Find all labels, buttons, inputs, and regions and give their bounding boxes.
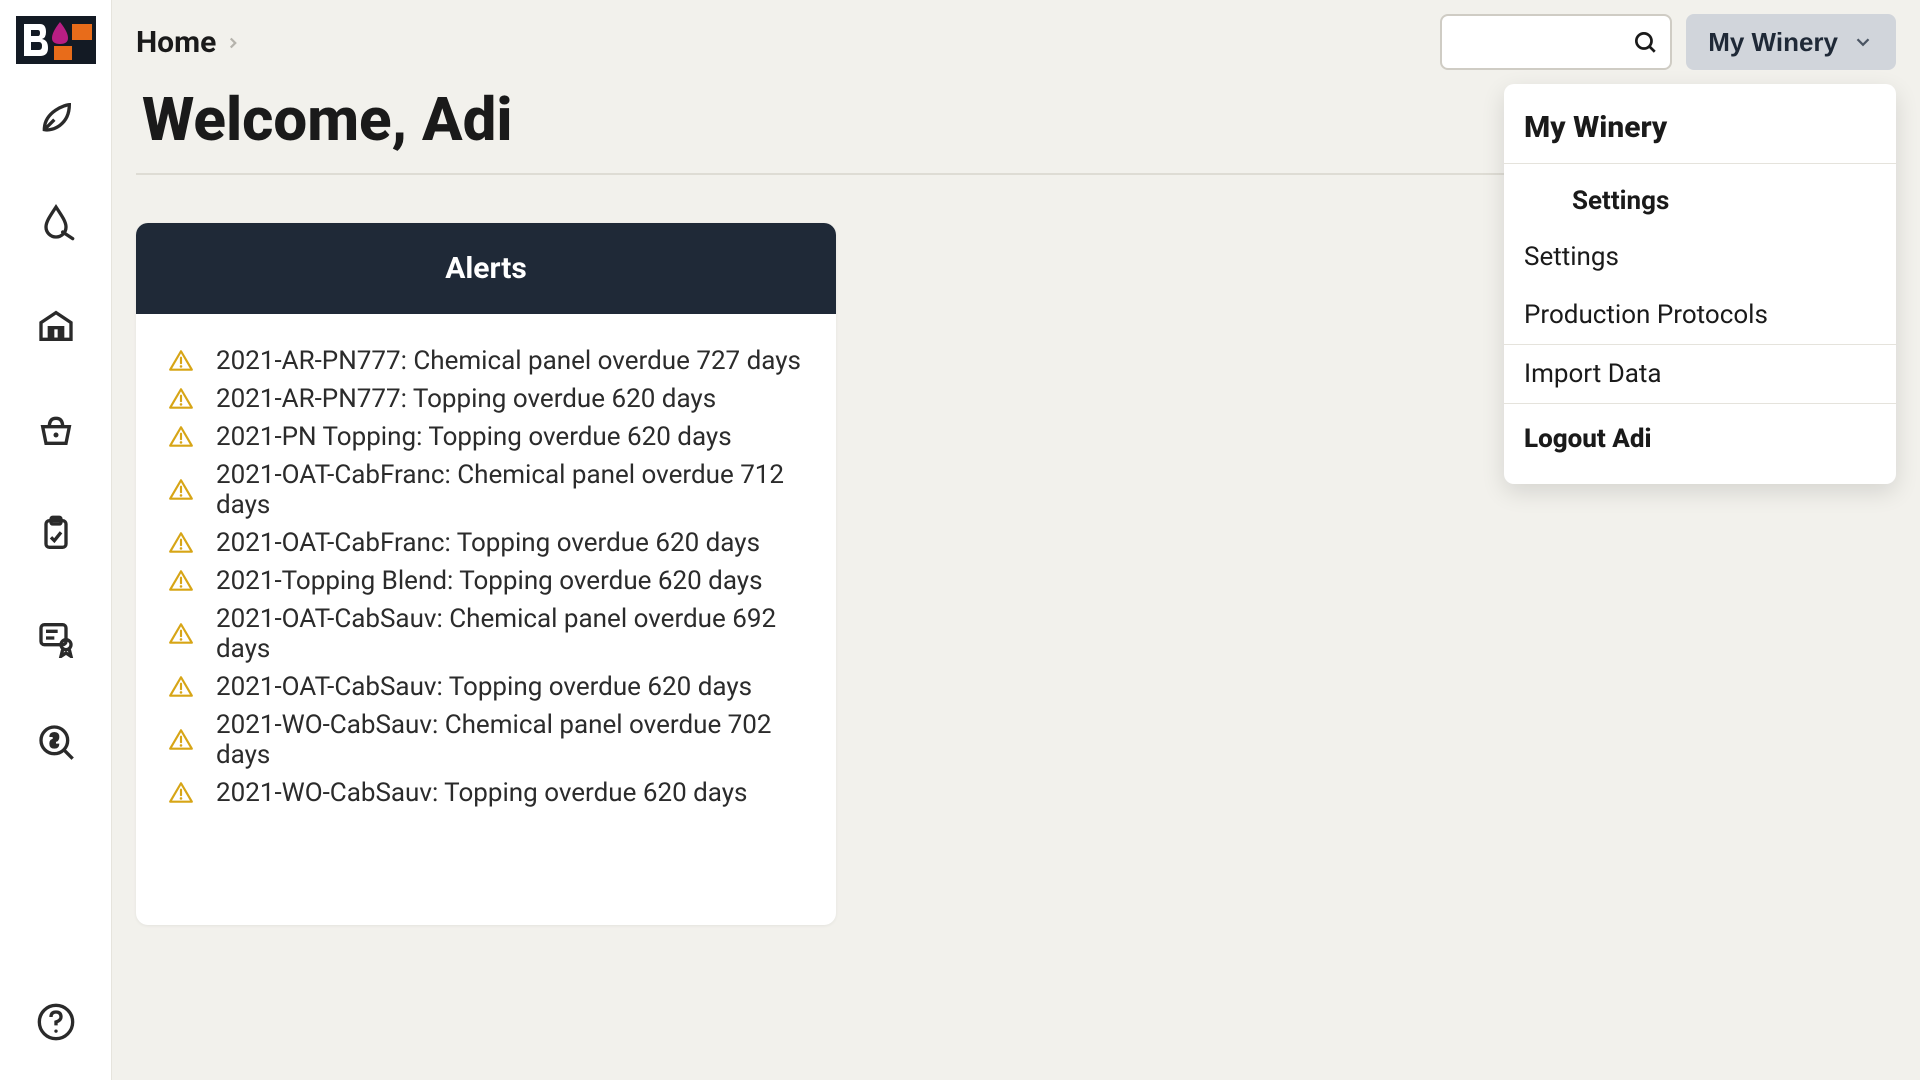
sidebar-item-drop[interactable] <box>28 196 84 252</box>
dropdown-item-protocols[interactable]: Production Protocols <box>1504 286 1896 344</box>
breadcrumb-home[interactable]: Home <box>136 25 216 60</box>
warehouse-icon <box>36 306 76 350</box>
alert-text: 2021-AR-PN777: Chemical panel overdue 72… <box>216 346 801 376</box>
alert-text: 2021-WO-CabSauv: Topping overdue 620 day… <box>216 778 747 808</box>
breadcrumb[interactable]: Home <box>136 25 242 60</box>
alert-row[interactable]: 2021-Topping Blend: Topping overdue 620 … <box>168 562 804 600</box>
winery-label: My Winery <box>1708 27 1838 58</box>
main: Home My Winery Welcome, Adi Alerts 2021-… <box>112 0 1920 1080</box>
dropdown-item-logout[interactable]: Logout Adi <box>1504 404 1896 474</box>
warning-icon <box>168 386 194 412</box>
sidebar-item-warehouse[interactable] <box>28 300 84 356</box>
warning-icon <box>168 530 194 556</box>
clipboard-icon <box>36 514 76 558</box>
leaf-icon <box>36 98 76 142</box>
alerts-header: Alerts <box>136 223 836 314</box>
warning-icon <box>168 780 194 806</box>
warning-icon <box>168 621 194 647</box>
alert-row[interactable]: 2021-AR-PN777: Chemical panel overdue 72… <box>168 342 804 380</box>
basket-icon <box>36 410 76 454</box>
alerts-list: 2021-AR-PN777: Chemical panel overdue 72… <box>136 314 836 840</box>
alert-row[interactable]: 2021-WO-CabSauv: Chemical panel overdue … <box>168 706 804 774</box>
warning-icon <box>168 477 194 503</box>
alert-row[interactable]: 2021-OAT-CabFranc: Chemical panel overdu… <box>168 456 804 524</box>
search-icon <box>1632 29 1658 55</box>
drop-icon <box>36 202 76 246</box>
sidebar <box>0 0 112 1080</box>
sidebar-item-certificate[interactable] <box>28 612 84 668</box>
alert-row[interactable]: 2021-AR-PN777: Topping overdue 620 days <box>168 380 804 418</box>
search-wrap[interactable] <box>1440 14 1672 70</box>
alert-text: 2021-OAT-CabSauv: Chemical panel overdue… <box>216 604 804 664</box>
alert-row[interactable]: 2021-OAT-CabSauv: Topping overdue 620 da… <box>168 668 804 706</box>
dropdown-item-settings[interactable]: Settings <box>1504 228 1896 286</box>
chevron-right-icon <box>224 25 242 60</box>
alert-row[interactable]: 2021-WO-CabSauv: Topping overdue 620 day… <box>168 774 804 812</box>
alert-text: 2021-OAT-CabSauv: Topping overdue 620 da… <box>216 672 752 702</box>
warning-icon <box>168 568 194 594</box>
warning-icon <box>168 424 194 450</box>
winery-dropdown-menu: My Winery Settings Settings Production P… <box>1504 84 1896 484</box>
dropdown-title: My Winery <box>1504 102 1896 163</box>
alert-text: 2021-Topping Blend: Topping overdue 620 … <box>216 566 763 596</box>
topbar: Home My Winery <box>112 0 1920 84</box>
help-icon <box>36 1002 76 1046</box>
certificate-icon <box>36 618 76 662</box>
alert-text: 2021-PN Topping: Topping overdue 620 day… <box>216 422 732 452</box>
sidebar-item-leaf[interactable] <box>28 92 84 148</box>
alert-row[interactable]: 2021-OAT-CabFranc: Topping overdue 620 d… <box>168 524 804 562</box>
alert-text: 2021-WO-CabSauv: Chemical panel overdue … <box>216 710 804 770</box>
logo[interactable] <box>16 16 96 64</box>
chevron-down-icon <box>1852 31 1874 53</box>
warning-icon <box>168 727 194 753</box>
sidebar-item-basket[interactable] <box>28 404 84 460</box>
alerts-card: Alerts 2021-AR-PN777: Chemical panel ove… <box>136 223 836 925</box>
warning-icon <box>168 348 194 374</box>
warning-icon <box>168 674 194 700</box>
sidebar-help[interactable] <box>28 996 84 1052</box>
alert-text: 2021-AR-PN777: Topping overdue 620 days <box>216 384 716 414</box>
alert-text: 2021-OAT-CabFranc: Chemical panel overdu… <box>216 460 804 520</box>
alert-row[interactable]: 2021-OAT-CabSauv: Chemical panel overdue… <box>168 600 804 668</box>
sidebar-item-clipboard[interactable] <box>28 508 84 564</box>
sidebar-item-cost[interactable] <box>28 716 84 772</box>
dropdown-item-import[interactable]: Import Data <box>1504 345 1896 403</box>
winery-dropdown-button[interactable]: My Winery <box>1686 14 1896 70</box>
alert-text: 2021-OAT-CabFranc: Topping overdue 620 d… <box>216 528 760 558</box>
dropdown-section-settings: Settings <box>1504 164 1896 228</box>
alert-row[interactable]: 2021-PN Topping: Topping overdue 620 day… <box>168 418 804 456</box>
dollar-search-icon <box>36 722 76 766</box>
